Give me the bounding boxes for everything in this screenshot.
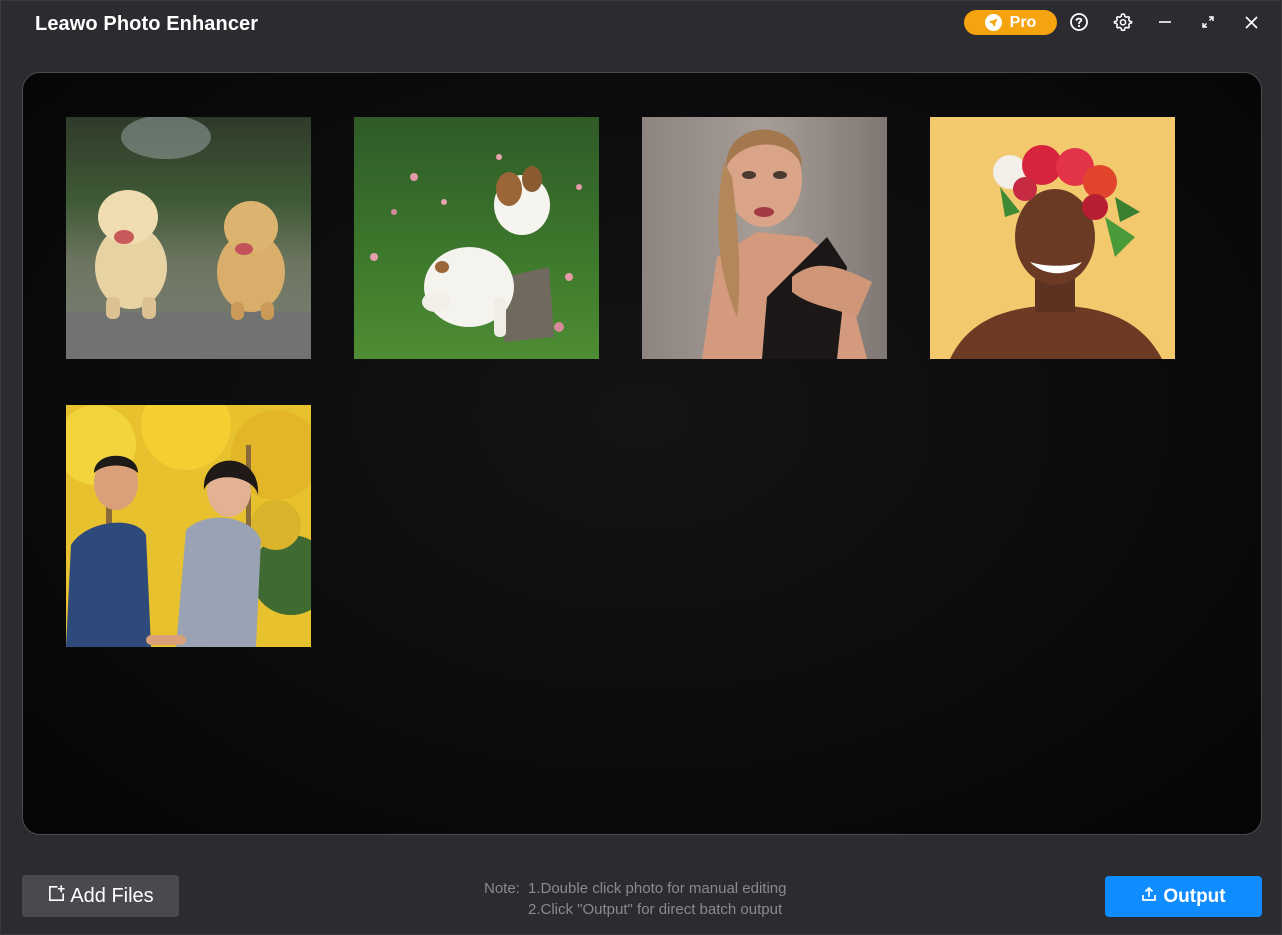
usage-note: Note: 1.Double click photo for manual ed… bbox=[484, 878, 787, 920]
maximize-icon[interactable] bbox=[1197, 11, 1219, 33]
help-icon[interactable] bbox=[1068, 11, 1090, 33]
app-window: Leawo Photo Enhancer Pro Add Files Note:… bbox=[0, 0, 1282, 935]
note-line-2: 2.Click "Output" for direct batch output bbox=[528, 901, 783, 918]
output-button[interactable]: Output bbox=[1105, 876, 1262, 917]
title-bar: Leawo Photo Enhancer Pro bbox=[1, 1, 1281, 47]
add-files-button[interactable]: Add Files bbox=[22, 875, 179, 917]
gear-icon[interactable] bbox=[1112, 11, 1134, 33]
photo-thumbnail[interactable] bbox=[66, 405, 311, 647]
note-indent bbox=[484, 899, 528, 920]
photo-thumbnail[interactable] bbox=[930, 117, 1175, 359]
photo-thumbnail[interactable] bbox=[66, 117, 311, 359]
photo-thumbnail[interactable] bbox=[642, 117, 887, 359]
photo-gallery bbox=[22, 72, 1262, 835]
rocket-icon bbox=[984, 14, 1002, 31]
minimize-icon[interactable] bbox=[1154, 11, 1176, 33]
app-title: Leawo Photo Enhancer bbox=[35, 13, 259, 35]
close-icon[interactable] bbox=[1240, 11, 1262, 33]
pro-button[interactable]: Pro bbox=[964, 10, 1057, 35]
photo-thumbnail[interactable] bbox=[354, 117, 599, 359]
pro-label: Pro bbox=[1009, 13, 1037, 31]
add-files-label: Add Files bbox=[70, 884, 154, 907]
add-file-icon bbox=[47, 884, 66, 908]
note-prefix: Note: bbox=[484, 880, 520, 897]
note-line-1: 1.Double click photo for manual editing bbox=[528, 880, 787, 897]
output-label: Output bbox=[1163, 885, 1226, 907]
export-icon bbox=[1141, 886, 1157, 907]
